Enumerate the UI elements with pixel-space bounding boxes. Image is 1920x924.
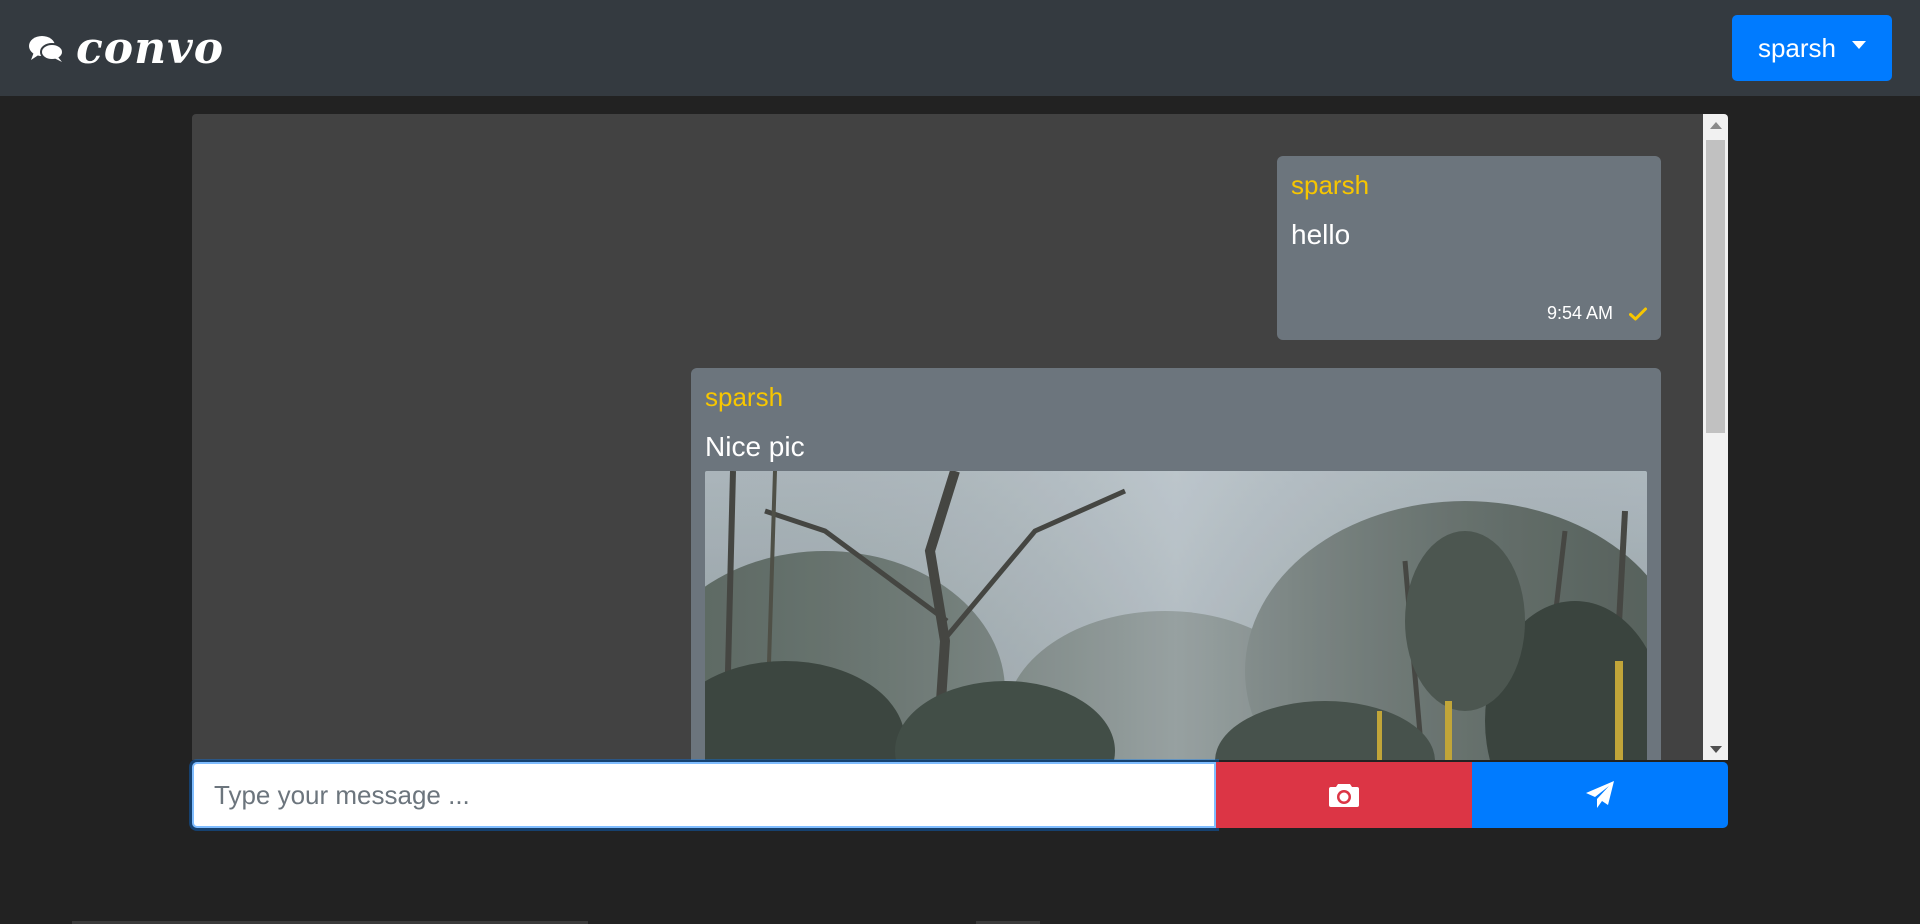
message-bubble: sparsh Nice pic <box>691 368 1661 760</box>
message-image[interactable] <box>705 471 1647 760</box>
message-input[interactable] <box>192 762 1216 828</box>
brand[interactable]: convo <box>28 23 224 74</box>
message-text: hello <box>1291 219 1351 250</box>
paper-plane-icon <box>1586 781 1614 808</box>
attach-photo-button[interactable] <box>1216 762 1472 828</box>
send-button[interactable] <box>1472 762 1728 828</box>
message-meta: 9:54 AM <box>1547 303 1647 324</box>
check-icon <box>1629 307 1647 320</box>
caret-down-icon <box>1852 41 1867 49</box>
message-text: Nice pic <box>705 431 805 462</box>
message-list: sparsh hello 9:54 AM sparsh Nice pic <box>192 114 1703 760</box>
brand-name: convo <box>76 22 225 74</box>
scroll-thumb[interactable] <box>1706 140 1725 433</box>
comments-icon <box>29 36 64 62</box>
scroll-down-arrow[interactable] <box>1703 738 1728 760</box>
chat-panel: sparsh hello 9:54 AM sparsh Nice pic <box>192 114 1728 760</box>
navbar: convo sparsh <box>0 0 1920 96</box>
user-dropdown-button[interactable]: sparsh <box>1732 15 1892 81</box>
message-list-scrollbar[interactable] <box>1703 114 1728 760</box>
user-dropdown-label: sparsh <box>1757 32 1837 63</box>
message-bubble: sparsh hello 9:54 AM <box>1277 156 1661 340</box>
triangle-down-icon <box>1709 745 1722 753</box>
message-time: 9:54 AM <box>1546 303 1613 323</box>
message-composer <box>192 762 1728 828</box>
triangle-up-icon <box>1709 121 1722 129</box>
camera-icon <box>1329 784 1359 807</box>
scroll-up-arrow[interactable] <box>1703 114 1728 136</box>
message-sender: sparsh <box>1291 170 1370 200</box>
message-sender: sparsh <box>705 382 784 412</box>
